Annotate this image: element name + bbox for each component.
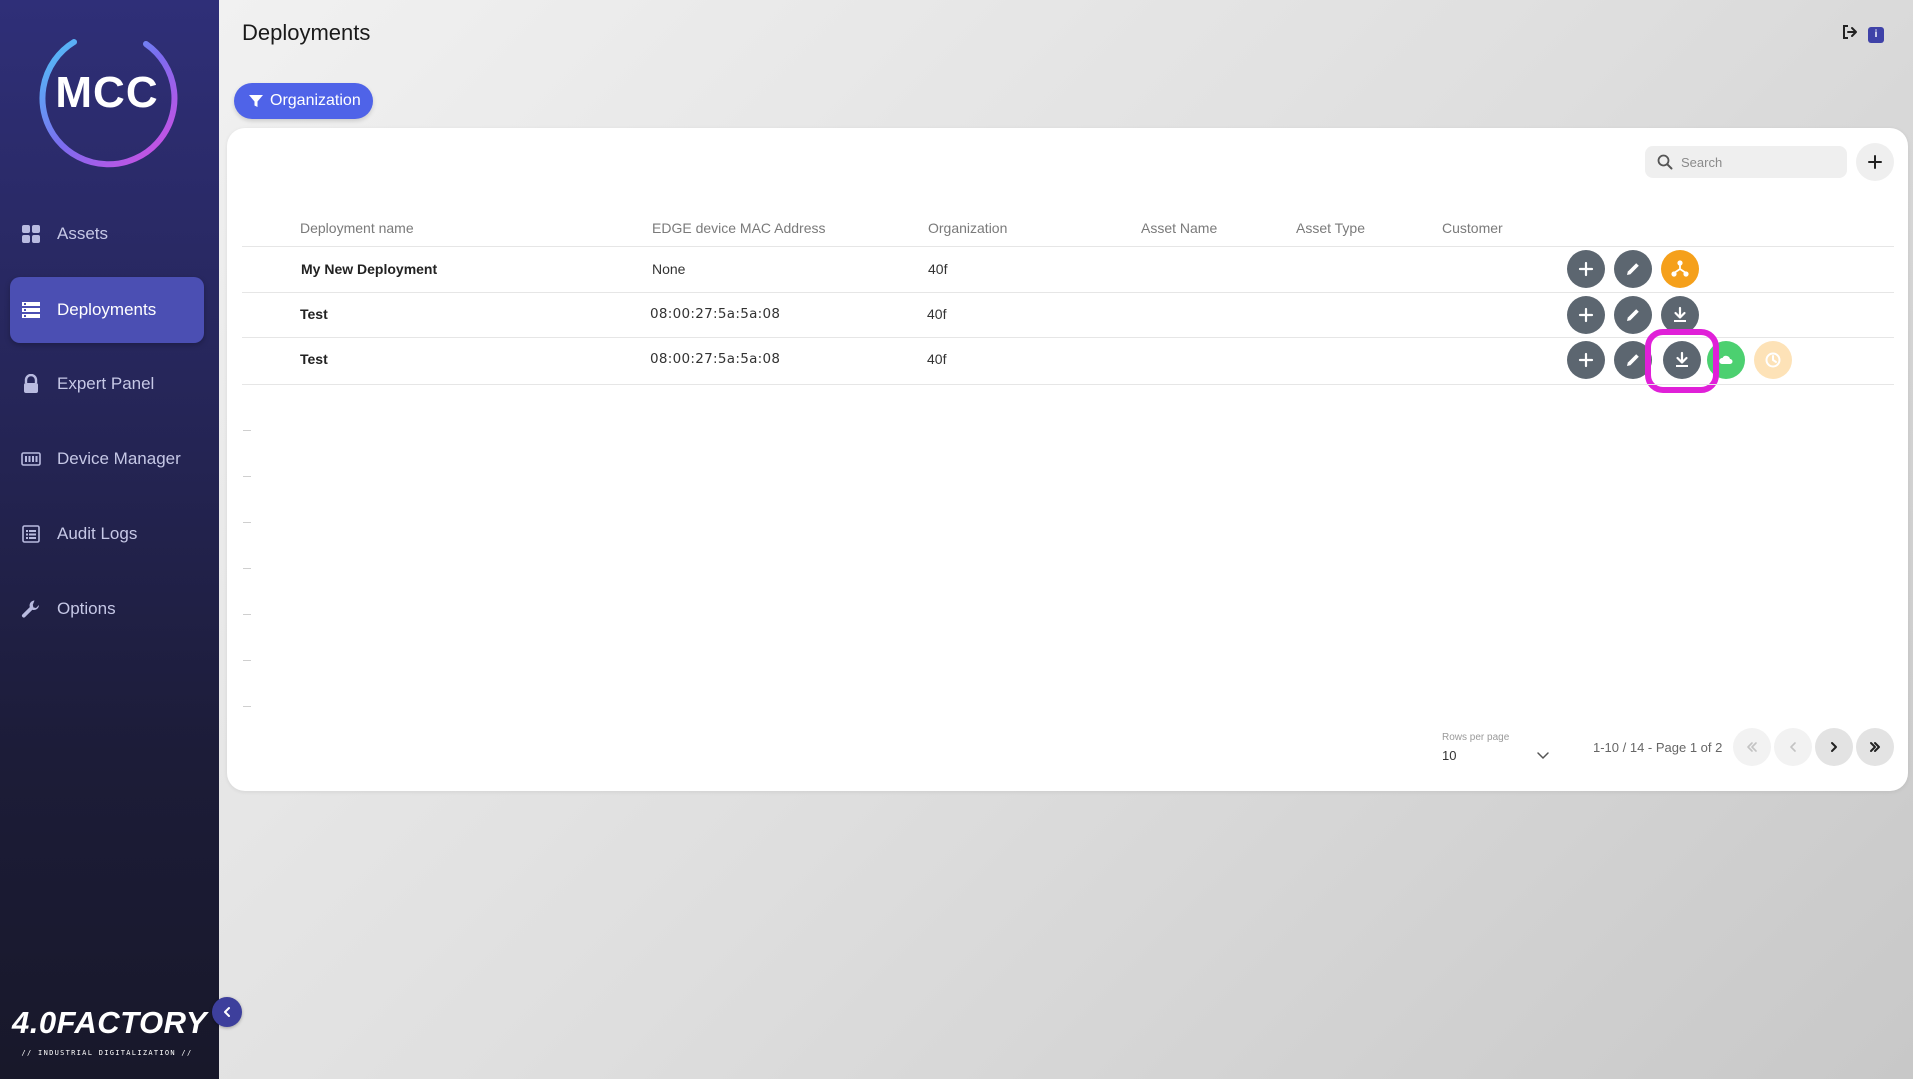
column-header-customer[interactable]: Customer bbox=[1442, 220, 1503, 236]
rows-per-page-value: 10 bbox=[1442, 748, 1457, 763]
info-icon[interactable]: i bbox=[1868, 26, 1884, 43]
page-info: 1-10 / 14 - Page 1 of 2 bbox=[1593, 740, 1723, 755]
sidebar-item-label: Deployments bbox=[57, 300, 157, 319]
chevron-left-icon bbox=[224, 1007, 230, 1017]
row-organization: 40f bbox=[927, 351, 947, 367]
pencil-icon bbox=[1627, 309, 1639, 321]
row-divider bbox=[242, 292, 1894, 293]
pencil-icon bbox=[1627, 263, 1639, 275]
list-icon bbox=[21, 524, 41, 544]
clock-icon bbox=[1765, 352, 1781, 368]
plus-icon bbox=[1868, 155, 1882, 169]
pencil-icon bbox=[1627, 354, 1639, 366]
row-deployment-name: Test bbox=[300, 351, 328, 367]
row-mac-address: 08:00:27:5a:5a:08 bbox=[650, 351, 781, 367]
add-button[interactable] bbox=[1567, 250, 1605, 288]
search-box[interactable] bbox=[1645, 146, 1847, 178]
add-button[interactable] bbox=[1567, 341, 1605, 379]
empty-row-marker bbox=[243, 706, 251, 707]
add-deployment-button[interactable] bbox=[1856, 143, 1894, 181]
search-input[interactable] bbox=[1681, 154, 1831, 170]
deployments-card bbox=[227, 128, 1908, 791]
sidebar-item-expert-panel[interactable]: Expert Panel bbox=[10, 352, 204, 416]
add-button[interactable] bbox=[1567, 296, 1605, 334]
page-title: Deployments bbox=[242, 20, 371, 45]
empty-row-marker bbox=[243, 522, 251, 523]
mcc-logo[interactable]: MCC bbox=[34, 22, 180, 168]
first-page-button[interactable] bbox=[1733, 728, 1771, 766]
empty-row-marker bbox=[243, 430, 251, 431]
rows-per-page-label: Rows per page bbox=[1442, 732, 1510, 743]
chevron-right-icon bbox=[1831, 742, 1837, 752]
top-right-actions: i bbox=[1842, 24, 1884, 45]
download-icon bbox=[1674, 306, 1686, 322]
double-chevron-left-icon bbox=[1747, 742, 1757, 752]
edit-button[interactable] bbox=[1614, 296, 1652, 334]
column-header-mac-address[interactable]: EDGE device MAC Address bbox=[652, 220, 826, 236]
filter-chip-label: Organization bbox=[270, 92, 361, 109]
sidebar-item-deployments[interactable]: Deployments bbox=[10, 277, 204, 343]
column-header-organization[interactable]: Organization bbox=[928, 220, 1007, 236]
empty-row-marker bbox=[243, 568, 251, 569]
sidebar-item-audit-logs[interactable]: Audit Logs bbox=[10, 502, 204, 566]
brand-logo: 4.0FACTORY bbox=[12, 1005, 208, 1040]
next-page-button[interactable] bbox=[1815, 728, 1853, 766]
cloud-icon bbox=[1719, 355, 1733, 364]
deploy-button[interactable] bbox=[1661, 250, 1699, 288]
sidebar-item-label: Options bbox=[57, 599, 116, 618]
sidebar-item-label: Audit Logs bbox=[57, 524, 138, 543]
collapse-sidebar-button[interactable] bbox=[212, 997, 242, 1027]
network-icon bbox=[1671, 260, 1689, 277]
sidebar-item-assets[interactable]: Assets bbox=[10, 202, 204, 266]
last-page-button[interactable] bbox=[1856, 728, 1894, 766]
server-list-icon bbox=[21, 300, 41, 320]
edit-button[interactable] bbox=[1614, 250, 1652, 288]
sidebar: MCC Assets Deployments Expert Panel Devi… bbox=[0, 0, 219, 1079]
plus-icon bbox=[1578, 307, 1594, 323]
row-organization: 40f bbox=[927, 306, 947, 322]
sidebar-item-options[interactable]: Options bbox=[10, 577, 204, 641]
column-header-asset-type[interactable]: Asset Type bbox=[1296, 220, 1365, 236]
sidebar-item-device-manager[interactable]: Device Manager bbox=[10, 427, 204, 491]
organization-filter-chip[interactable]: Organization bbox=[234, 83, 373, 119]
header-divider bbox=[242, 246, 1894, 247]
previous-page-button[interactable] bbox=[1774, 728, 1812, 766]
row-mac-address: None bbox=[652, 261, 686, 277]
empty-row-marker bbox=[243, 476, 251, 477]
logo-text: MCC bbox=[55, 68, 159, 117]
row-mac-address: 08:00:27:5a:5a:08 bbox=[650, 306, 781, 322]
row-deployment-name: Test bbox=[300, 306, 328, 322]
chevron-left-icon bbox=[1790, 742, 1796, 752]
plus-icon bbox=[1578, 352, 1594, 368]
chevron-down-icon bbox=[1536, 748, 1550, 767]
filter-icon bbox=[249, 95, 263, 107]
sidebar-item-label: Device Manager bbox=[57, 449, 181, 468]
column-header-asset-name[interactable]: Asset Name bbox=[1141, 220, 1217, 236]
lock-icon bbox=[21, 374, 41, 394]
keyboard-icon bbox=[21, 449, 41, 469]
brand-tagline: // INDUSTRIAL DIGITALIZATION // bbox=[21, 1049, 193, 1057]
row-organization: 40f bbox=[928, 261, 948, 277]
double-chevron-right-icon bbox=[1870, 742, 1880, 752]
row-deployment-name: My New Deployment bbox=[301, 261, 438, 277]
logout-icon[interactable] bbox=[1842, 24, 1860, 45]
sidebar-item-label: Expert Panel bbox=[57, 374, 155, 393]
empty-row-marker bbox=[243, 660, 251, 661]
row-divider bbox=[242, 384, 1894, 385]
grid-icon bbox=[21, 224, 41, 244]
column-header-deployment-name[interactable]: Deployment name bbox=[300, 220, 414, 236]
history-button[interactable] bbox=[1754, 341, 1792, 379]
search-icon bbox=[1657, 154, 1673, 170]
empty-row-marker bbox=[243, 614, 251, 615]
sidebar-item-label: Assets bbox=[57, 224, 109, 243]
wrench-icon bbox=[21, 599, 41, 619]
plus-icon bbox=[1578, 261, 1594, 277]
